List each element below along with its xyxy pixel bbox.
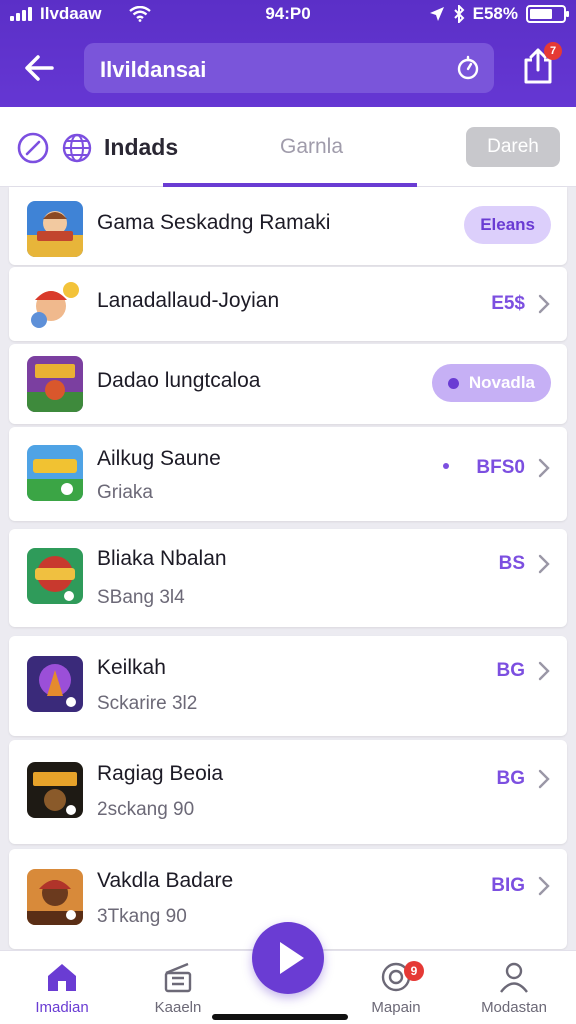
item-subtitle: Griaka	[97, 482, 153, 503]
game-thumbnail	[27, 869, 83, 925]
game-thumbnail	[27, 356, 83, 412]
search-input[interactable]: Ilvildansai	[84, 43, 494, 93]
app-header: Ilvdaaw 94:P0 E58% Ilvildansai 7	[0, 0, 576, 107]
nav-label: Mapain	[371, 999, 421, 1016]
chevron-right-icon	[538, 294, 550, 314]
item-price: BIG	[491, 875, 525, 896]
battery-percent: E58%	[472, 4, 518, 23]
nav-mapain[interactable]: Mapain 9	[346, 959, 446, 1016]
item-title: Gama Seskadng Ramaki	[97, 211, 331, 234]
list-item[interactable]: Ailkug Saune Griaka BFS0	[9, 427, 567, 521]
item-title: Ragiag Beoia	[97, 762, 224, 785]
search-value: Ilvildansai	[100, 57, 207, 82]
play-button[interactable]	[252, 922, 324, 994]
chevron-right-icon	[538, 661, 550, 681]
bluetooth-icon	[453, 5, 465, 23]
pill-label: Novadla	[468, 373, 535, 392]
profile-icon	[500, 962, 528, 993]
nav-label: Imadian	[35, 999, 89, 1016]
list-item[interactable]: Dadao lungtcaloa Novadla	[9, 344, 567, 424]
share-button[interactable]: 7	[520, 42, 562, 86]
list-item[interactable]: Gama Seskadng Ramaki Eleans	[9, 187, 567, 265]
item-subtitle: Sckarire 3l2	[97, 693, 198, 714]
item-title: Dadao lungtcaloa	[97, 369, 261, 392]
item-subtitle: 3Tkang 90	[97, 906, 187, 927]
chevron-right-icon	[538, 458, 550, 478]
item-subtitle: 2sckang 90	[97, 799, 195, 820]
item-title: Bliaka Nbalan	[97, 547, 227, 570]
timer-icon[interactable]	[454, 54, 482, 82]
item-price: BS	[498, 553, 525, 574]
battery-icon	[526, 5, 569, 23]
item-title: Vakdla Badare	[97, 869, 234, 892]
status-bar: Ilvdaaw 94:P0 E58%	[0, 0, 576, 30]
item-title: Lanadallaud-Joyian	[97, 289, 280, 312]
nav-modastan[interactable]: Modastan	[464, 959, 564, 1016]
home-icon	[48, 964, 76, 991]
game-thumbnail	[27, 201, 83, 257]
item-title: Ailkug Saune	[97, 447, 221, 470]
item-price: BG	[496, 768, 526, 789]
clapperboard-icon	[164, 962, 192, 993]
chevron-right-icon	[538, 769, 550, 789]
list-item[interactable]: Ragiag Beoia 2sckang 90 BG	[9, 740, 567, 844]
list-item[interactable]: Lanadallaud-Joyian E5$	[9, 267, 567, 341]
nav-imadian[interactable]: Imadian	[12, 959, 112, 1016]
game-thumbnail	[27, 762, 83, 818]
item-price: BFS0	[476, 457, 525, 478]
globe-icon[interactable]	[60, 131, 94, 165]
game-thumbnail	[27, 445, 83, 501]
list-item[interactable]: Bliaka Nbalan SBang 3l4 BS	[9, 529, 567, 627]
chevron-right-icon	[538, 554, 550, 574]
status-dot-icon	[447, 378, 459, 390]
list-item[interactable]: Keilkah Sckarire 3l2 BG	[9, 636, 567, 736]
indicator-dot-icon	[443, 463, 449, 469]
tab-garnla[interactable]: Garnla	[280, 135, 343, 159]
tab-bar: Indads Garnla Dareh	[0, 107, 576, 187]
game-thumbnail	[27, 276, 83, 332]
game-thumbnail	[27, 548, 83, 604]
share-badge: 7	[544, 42, 562, 60]
back-arrow-icon[interactable]	[20, 48, 60, 88]
nav-kaaeln[interactable]: Kaaeln	[128, 959, 228, 1016]
game-thumbnail	[27, 656, 83, 712]
home-indicator	[212, 1014, 348, 1020]
play-icon	[280, 942, 304, 974]
item-price: BG	[496, 660, 526, 681]
item-title: Keilkah	[97, 656, 166, 679]
location-icon	[429, 7, 444, 21]
compass-icon[interactable]	[16, 131, 50, 165]
dareh-button[interactable]: Dareh	[466, 127, 560, 167]
tab-indads[interactable]: Indads	[104, 134, 178, 161]
notification-badge: 9	[404, 961, 424, 981]
item-price: E5$	[491, 293, 525, 314]
item-action-pill[interactable]: Eleans	[464, 206, 551, 244]
chevron-right-icon	[538, 876, 550, 896]
nav-label: Modastan	[481, 999, 547, 1016]
item-action-pill[interactable]: Novadla	[431, 364, 551, 402]
item-subtitle: SBang 3l4	[97, 587, 185, 608]
